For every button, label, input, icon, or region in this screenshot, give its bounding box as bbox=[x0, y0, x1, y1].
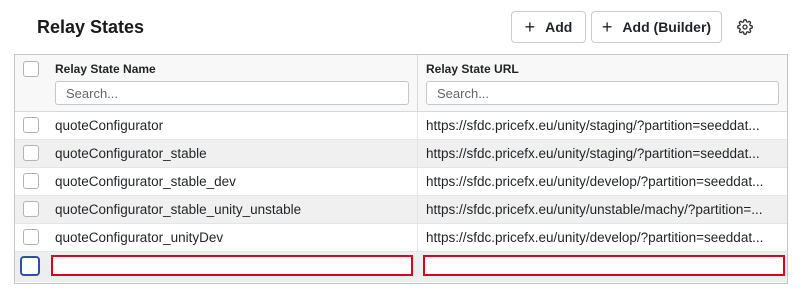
cell-divider bbox=[417, 224, 418, 252]
relay-state-url-cell[interactable]: https://sfdc.pricefx.eu/unity/staging/?p… bbox=[426, 112, 782, 140]
new-relay-state-name-input[interactable] bbox=[51, 255, 413, 276]
plus-icon: + bbox=[524, 17, 536, 37]
cell-divider bbox=[417, 196, 418, 224]
row-checkbox[interactable] bbox=[23, 173, 39, 189]
relay-state-url-cell[interactable]: https://sfdc.pricefx.eu/unity/unstable/m… bbox=[426, 196, 782, 224]
add-button[interactable]: + Add bbox=[511, 11, 586, 43]
relay-state-url-cell[interactable]: https://sfdc.pricefx.eu/unity/develop/?p… bbox=[426, 168, 782, 196]
column-header-name[interactable]: Relay State Name bbox=[55, 62, 156, 76]
new-row-editor[interactable] bbox=[15, 252, 787, 282]
row-checkbox[interactable] bbox=[23, 145, 39, 161]
gear-icon[interactable] bbox=[735, 17, 755, 37]
relay-states-grid: Relay State Name Relay State URL quoteCo… bbox=[14, 54, 788, 284]
column-divider[interactable] bbox=[417, 55, 418, 112]
new-row-checkbox[interactable] bbox=[20, 256, 40, 276]
row-checkbox[interactable] bbox=[23, 229, 39, 245]
page-title: Relay States bbox=[37, 17, 145, 37]
plus-icon: + bbox=[601, 17, 613, 37]
name-filter-input[interactable] bbox=[55, 81, 409, 105]
new-relay-state-url-input[interactable] bbox=[423, 255, 785, 276]
relay-state-name-cell[interactable]: quoteConfigurator_stable_unity_unstable bbox=[55, 196, 413, 224]
relay-state-name-cell[interactable]: quoteConfigurator_stable bbox=[55, 140, 413, 168]
table-row[interactable]: quoteConfigurator_stable_dev https://sfd… bbox=[15, 168, 787, 196]
table-row[interactable]: quoteConfigurator_stable_unity_unstable … bbox=[15, 196, 787, 224]
relay-state-url-cell[interactable]: https://sfdc.pricefx.eu/unity/staging/?p… bbox=[426, 140, 782, 168]
column-header-url[interactable]: Relay State URL bbox=[426, 62, 519, 76]
add-button-label: Add bbox=[545, 19, 573, 35]
cell-divider bbox=[417, 112, 418, 140]
relay-state-url-cell[interactable]: https://sfdc.pricefx.eu/unity/develop/?p… bbox=[426, 224, 782, 252]
select-all-checkbox[interactable] bbox=[23, 61, 39, 77]
add-builder-button-label: Add (Builder) bbox=[622, 19, 712, 35]
table-row[interactable]: quoteConfigurator_stable https://sfdc.pr… bbox=[15, 140, 787, 168]
relay-state-name-cell[interactable]: quoteConfigurator_stable_dev bbox=[55, 168, 413, 196]
table-row[interactable]: quoteConfigurator_unityDev https://sfdc.… bbox=[15, 224, 787, 252]
cell-divider bbox=[417, 168, 418, 196]
add-builder-button[interactable]: + Add (Builder) bbox=[591, 11, 722, 43]
relay-state-name-cell[interactable]: quoteConfigurator_unityDev bbox=[55, 224, 413, 252]
row-checkbox[interactable] bbox=[23, 117, 39, 133]
table-row[interactable]: quoteConfigurator https://sfdc.pricefx.e… bbox=[15, 112, 787, 140]
grid-header: Relay State Name Relay State URL bbox=[15, 55, 787, 112]
url-filter-input[interactable] bbox=[426, 81, 779, 105]
relay-state-name-cell[interactable]: quoteConfigurator bbox=[55, 112, 413, 140]
cell-divider bbox=[417, 140, 418, 168]
row-checkbox[interactable] bbox=[23, 201, 39, 217]
